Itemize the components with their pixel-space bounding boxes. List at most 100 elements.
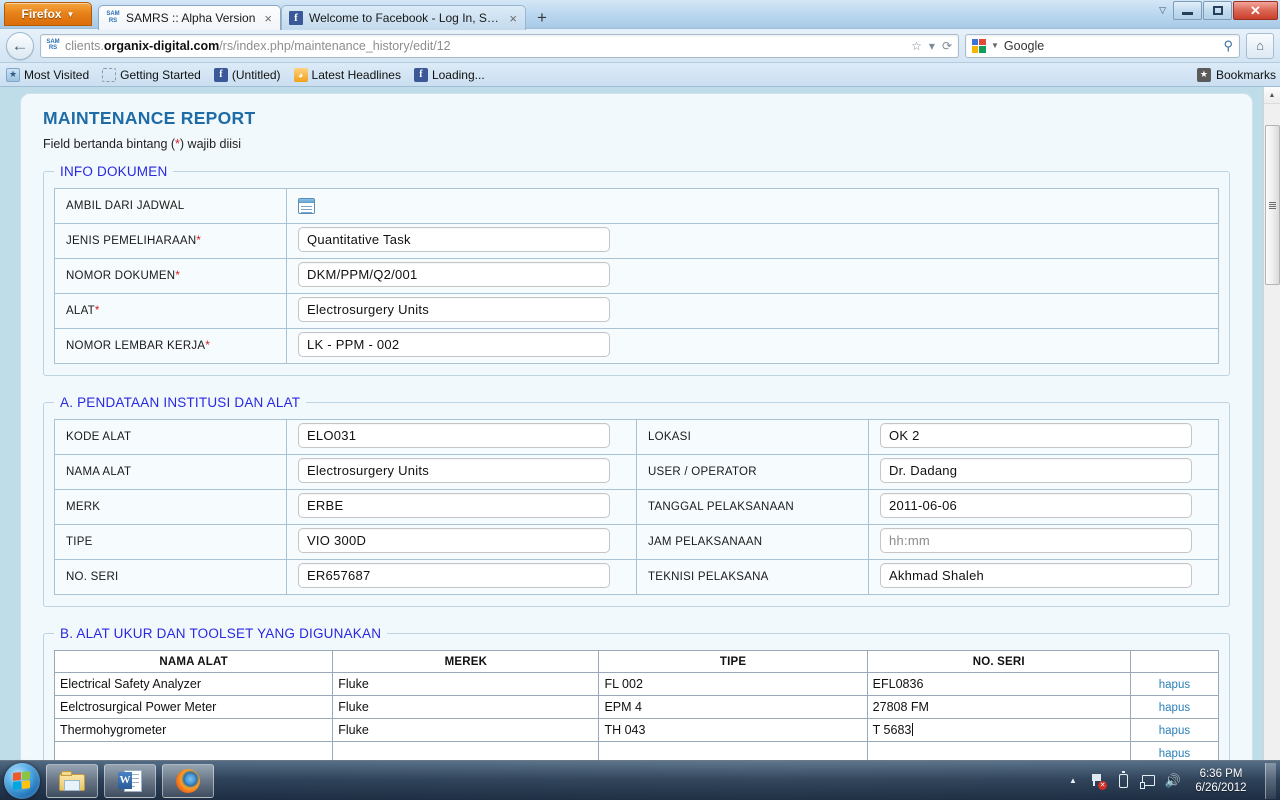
nama-alat-input[interactable]: Electrosurgery Units: [298, 458, 610, 483]
row-value: Quantitative Task: [286, 223, 1219, 259]
bookmark-untitled[interactable]: f (Untitled): [213, 67, 281, 82]
facebook-icon: f: [413, 67, 428, 82]
bookmark-label: Getting Started: [120, 67, 201, 82]
chevron-down-icon[interactable]: ▾: [929, 39, 935, 53]
taskbar-item-mozilla-firefox[interactable]: [162, 763, 214, 798]
home-button[interactable]: ⌂: [1246, 32, 1274, 59]
bookmark-loading[interactable]: f Loading...: [413, 67, 485, 82]
nomor-dokumen-input[interactable]: DKM/PPM/Q2/001: [298, 262, 610, 287]
url-text: clients.organix-digital.com/rs/index.php…: [65, 39, 906, 53]
hapus-link[interactable]: hapus: [1159, 679, 1190, 691]
volume-icon[interactable]: 🔊: [1165, 773, 1181, 789]
cell-no-seri[interactable]: [866, 741, 1131, 760]
navigation-toolbar: ← SAM RS clients.organix-digital.com/rs/i…: [0, 28, 1280, 62]
vertical-scrollbar[interactable]: ▲: [1263, 87, 1280, 760]
jam-pelaksanaan-input[interactable]: hh:mm: [880, 528, 1192, 553]
bookmarks-menu-button[interactable]: ★ Bookmarks: [1196, 67, 1276, 82]
cell-tipe[interactable]: EPM 4: [598, 695, 868, 719]
close-window-button[interactable]: ✕: [1233, 1, 1278, 20]
alat-input[interactable]: Electrosurgery Units: [298, 297, 610, 322]
cell-nama-alat[interactable]: [53, 741, 334, 760]
taskbar-clock[interactable]: 6:36 PM 6/26/2012: [1190, 767, 1252, 795]
cell-nama-alat[interactable]: Electrical Safety Analyzer: [53, 672, 334, 696]
url-path: /rs/index.php/maintenance_history/edit/1…: [219, 38, 451, 53]
cell-merek[interactable]: [332, 741, 600, 760]
hapus-link[interactable]: hapus: [1159, 702, 1190, 714]
reload-icon[interactable]: ⟳: [942, 39, 952, 53]
tab-label: SAMRS :: Alpha Version: [126, 11, 256, 25]
jenis-pemeliharaan-input[interactable]: Quantitative Task: [298, 227, 610, 252]
cell-merek[interactable]: Fluke: [332, 695, 600, 719]
hapus-link[interactable]: hapus: [1159, 725, 1190, 737]
scroll-up-arrow-icon[interactable]: ▲: [1264, 87, 1280, 104]
merk-input[interactable]: ERBE: [298, 493, 610, 518]
row-label: NAMA ALAT: [54, 454, 287, 490]
section-legend: A. PENDATAAN INSTITUSI DAN ALAT: [60, 395, 301, 410]
bookmark-most-visited[interactable]: ★ Most Visited: [6, 67, 89, 82]
show-desktop-button[interactable]: [1265, 762, 1276, 799]
column-header-tipe: TIPE: [598, 650, 868, 673]
taskbar-item-windows-explorer[interactable]: [46, 763, 98, 798]
schedule-picker-icon[interactable]: [298, 198, 315, 214]
table-row: Electrical Safety Analyzer Fluke FL 002 …: [53, 672, 1220, 696]
grip-icon: [1269, 201, 1276, 209]
tanggal-pelaksanaan-input[interactable]: 2011-06-06: [880, 493, 1192, 518]
close-icon[interactable]: ×: [509, 11, 517, 26]
network-icon[interactable]: [1139, 773, 1156, 789]
cell-tipe[interactable]: TH 043: [598, 718, 868, 742]
cell-merek[interactable]: Fluke: [332, 718, 600, 742]
tab-label: Welcome to Facebook - Log In, Sign ...: [309, 11, 501, 25]
scrollbar-thumb[interactable]: [1265, 125, 1280, 285]
row-label: JAM PELAKSANAAN: [636, 524, 869, 560]
cell-no-seri[interactable]: T 5683: [866, 718, 1131, 742]
cell-no-seri[interactable]: EFL0836: [866, 672, 1131, 696]
row-label: NO. SERI: [54, 559, 287, 595]
page-title: MAINTENANCE REPORT: [43, 108, 256, 128]
tray-expand-icon[interactable]: ▲: [1065, 773, 1081, 789]
hapus-link[interactable]: hapus: [1159, 748, 1190, 760]
no-seri-input[interactable]: ER657687: [298, 563, 610, 588]
cell-tipe[interactable]: FL 002: [598, 672, 868, 696]
bookmark-getting-started[interactable]: Getting Started: [102, 67, 201, 82]
taskbar-item-microsoft-word[interactable]: W: [104, 763, 156, 798]
tab-strip: SAM RS SAMRS :: Alpha Version × f Welcome…: [98, 0, 555, 30]
required-note: Field bertanda bintang (*) wajib diisi: [43, 137, 242, 151]
samrs-icon: SAM RS: [46, 38, 60, 52]
tab-list-icon[interactable]: ▽: [1159, 5, 1166, 16]
tipe-input[interactable]: VIO 300D: [298, 528, 610, 553]
teknisi-pelaksana-input[interactable]: Akhmad Shaleh: [880, 563, 1192, 588]
address-bar[interactable]: SAM RS clients.organix-digital.com/rs/ind…: [40, 33, 959, 58]
cell-tipe[interactable]: [598, 741, 868, 760]
bookmark-label: (Untitled): [231, 67, 281, 82]
cell-no-seri[interactable]: 27808 FM: [866, 695, 1131, 719]
firefox-menu-button[interactable]: Firefox ▼: [4, 2, 92, 26]
battery-icon[interactable]: [1115, 770, 1131, 789]
nomor-lembar-kerja-input[interactable]: LK - PPM - 002: [298, 332, 610, 357]
cell-nama-alat[interactable]: Eelctrosurgical Power Meter: [53, 695, 334, 719]
tab-samrs[interactable]: SAM RS SAMRS :: Alpha Version ×: [98, 5, 281, 30]
kode-alat-input[interactable]: ELO031: [298, 423, 610, 448]
close-icon[interactable]: ×: [264, 11, 272, 26]
minimize-button[interactable]: [1173, 1, 1202, 20]
search-bar[interactable]: ▼ Google ⚲: [965, 33, 1240, 58]
search-input[interactable]: Google: [1004, 39, 1219, 53]
network-flag-icon[interactable]: ✕: [1090, 773, 1107, 790]
url-prefix: clients.: [65, 38, 104, 53]
cell-action: hapus: [1129, 695, 1220, 719]
table-row: MERK ERBE TANGGAL PELAKSANAAN 2011-06-06: [54, 489, 1219, 525]
lokasi-input[interactable]: OK 2: [880, 423, 1192, 448]
cell-merek[interactable]: Fluke: [332, 672, 600, 696]
start-button[interactable]: [4, 762, 40, 799]
back-button[interactable]: ←: [6, 31, 34, 60]
search-icon[interactable]: ⚲: [1223, 38, 1233, 54]
chevron-down-icon[interactable]: ▼: [991, 41, 999, 50]
info-dokumen-table: AMBIL DARI JADWAL JENIS PEMELIHARAAN* Qu…: [54, 188, 1219, 364]
tab-facebook[interactable]: f Welcome to Facebook - Log In, Sign ...…: [281, 5, 526, 30]
bookmark-latest-headlines[interactable]: ◕ Latest Headlines: [293, 67, 401, 82]
user-operator-input[interactable]: Dr. Dadang: [880, 458, 1192, 483]
row-value: ER657687: [286, 559, 637, 595]
cell-nama-alat[interactable]: Thermohygrometer: [53, 718, 334, 742]
new-tab-button[interactable]: +: [529, 6, 555, 30]
bookmark-star-icon[interactable]: ☆: [911, 39, 922, 53]
restore-button[interactable]: [1203, 1, 1232, 20]
